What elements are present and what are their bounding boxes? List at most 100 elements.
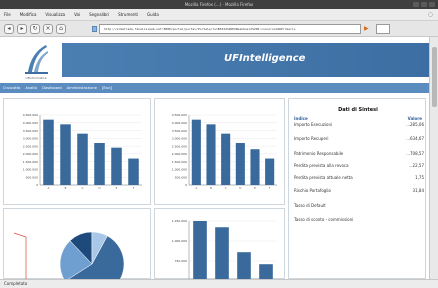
- go-icon[interactable]: ▶: [364, 25, 372, 33]
- summary-row: Importo Recuperi ...634,67: [294, 136, 424, 141]
- forward-button[interactable]: ▸: [17, 24, 27, 34]
- y-tick-label: 500.000: [26, 175, 38, 179]
- y-tick-label: 1.500.000: [23, 160, 38, 164]
- bar[interactable]: [60, 124, 71, 185]
- summary-col-index: Indice: [294, 116, 308, 121]
- summary-row-label: Importo Esecuzioni: [294, 122, 333, 127]
- summary-row-label: Perdita prevista attuale netta: [294, 175, 353, 180]
- bar[interactable]: [265, 158, 275, 185]
- x-tick-label: F: [133, 186, 135, 190]
- summary-row: Rischio Portafoglio 31,84: [294, 188, 424, 193]
- y-tick-label: 2.500.000: [172, 144, 187, 148]
- x-tick-label: F: [269, 186, 271, 190]
- status-text: Completato: [4, 281, 28, 286]
- close-icon[interactable]: [429, 2, 435, 7]
- reload-button[interactable]: ↻: [30, 24, 40, 34]
- summary-row: Perdita prevista attuale netta 1,75: [294, 175, 424, 180]
- y-tick-label: 4.500.000: [172, 113, 187, 117]
- summary-row-value: 31,84: [412, 188, 424, 193]
- menu-file[interactable]: File: [4, 12, 11, 17]
- tab-analisi[interactable]: Analisi: [24, 86, 38, 90]
- y-tick-label: 0: [36, 183, 38, 187]
- y-tick-label: 4.500.000: [23, 113, 38, 117]
- bar-chart-3: 1.250.0001.000.000750.000500.000ABCD: [172, 219, 277, 279]
- y-tick-label: 3.500.000: [172, 129, 187, 133]
- y-tick-label: 4.000.000: [23, 121, 38, 125]
- throbber-icon: ◌: [427, 11, 433, 18]
- stop-button[interactable]: ×: [43, 24, 53, 34]
- menu-bookmarks[interactable]: Segnalibri: [89, 12, 109, 17]
- menu-tools[interactable]: Strumenti: [118, 12, 138, 17]
- y-tick-label: 4.000.000: [172, 121, 187, 125]
- bar[interactable]: [191, 119, 201, 185]
- y-tick-label: 2.000.000: [172, 152, 187, 156]
- chart-panel-1: 4.500.000 4.000.000 3.500.000 3.000.000 2.50…: [3, 98, 151, 205]
- bar[interactable]: [193, 221, 207, 279]
- bar[interactable]: [111, 147, 122, 185]
- summary-row-value: ...285,06: [406, 122, 424, 127]
- tab-dashboard[interactable]: Dashboard: [41, 86, 63, 90]
- x-tick-label: D: [239, 186, 241, 190]
- vertical-scrollbar[interactable]: [429, 37, 438, 279]
- summary-row-value: ...708,57: [406, 151, 424, 156]
- y-tick-label: 1.250.000: [172, 219, 187, 223]
- home-button[interactable]: ⌂: [56, 24, 66, 34]
- bar[interactable]: [94, 143, 105, 185]
- x-tick-label: B: [210, 186, 212, 190]
- window-title-bar: Mozilla Firefox (...) · Mozilla Firefox: [0, 0, 438, 9]
- pie-chart: [13, 231, 125, 279]
- address-bar[interactable]: http://ermatrade.fanalisiweb.net:8080/po…: [99, 24, 361, 34]
- summary-row-label: Patrimonio Responsabile: [294, 151, 344, 156]
- y-tick-label: 2.500.000: [23, 144, 38, 148]
- y-tick-label: 3.000.000: [172, 137, 187, 141]
- summary-title: Dati di Sintesi: [338, 107, 378, 113]
- summary-row: Tasso di sconto - commissioni: [294, 217, 424, 222]
- y-tick-label: 3.500.000: [23, 129, 38, 133]
- summary-row-value: ...634,67: [406, 136, 424, 141]
- search-box[interactable]: [376, 24, 390, 34]
- y-tick-label: 750.000: [175, 259, 187, 263]
- chart-panel-2: 4.500.000 4.000.000 3.500.000 3.000.000 2.50…: [154, 98, 285, 205]
- y-tick-label: 500.000: [175, 175, 187, 179]
- bar[interactable]: [128, 158, 139, 185]
- y-tick-label: 1.500.000: [172, 160, 187, 164]
- bar[interactable]: [235, 143, 245, 185]
- tab-cruscotto[interactable]: Cruscotto: [2, 86, 21, 90]
- menu-edit[interactable]: Modifica: [20, 12, 37, 17]
- bar[interactable]: [250, 149, 260, 185]
- back-button[interactable]: ◂: [4, 24, 14, 34]
- tab-esci[interactable]: [Esci]: [101, 86, 113, 90]
- bar[interactable]: [43, 119, 54, 185]
- bar[interactable]: [259, 264, 273, 279]
- minimize-icon[interactable]: [413, 2, 419, 7]
- company-logo-icon: [25, 45, 48, 74]
- summary-row-value: 1,75: [415, 175, 424, 180]
- x-tick-label: A: [195, 186, 197, 190]
- menu-go[interactable]: Vai: [74, 12, 80, 17]
- status-bar: Completato: [0, 279, 438, 288]
- bar[interactable]: [221, 133, 231, 185]
- chart-panel-3: [3, 208, 151, 279]
- navigation-toolbar: ◂ ▸ ↻ × ⌂ http://ermatrade.fanalisiweb.n…: [0, 21, 438, 37]
- site-favicon-icon: [92, 26, 97, 32]
- menu-view[interactable]: Visualizza: [45, 12, 65, 17]
- menu-help[interactable]: Guida: [147, 12, 159, 17]
- bar[interactable]: [77, 133, 88, 185]
- y-tick-label: 1.000.000: [172, 168, 187, 172]
- leader-line: [13, 232, 27, 279]
- x-tick-label: E: [254, 186, 256, 190]
- y-tick-label: 1.000.000: [172, 239, 187, 243]
- bar[interactable]: [206, 124, 216, 185]
- tab-amministrazione[interactable]: Amministrazione: [66, 86, 98, 90]
- y-tick-label: 2.000.000: [23, 152, 38, 156]
- bar-chart-1: 4.500.000 4.000.000 3.500.000 3.000.000 2.50…: [23, 113, 142, 190]
- logo-caption: UFlnformatica: [25, 76, 47, 80]
- bar[interactable]: [237, 252, 251, 279]
- x-tick-label: C: [82, 186, 84, 190]
- maximize-icon[interactable]: [421, 2, 427, 7]
- bar[interactable]: [215, 227, 229, 279]
- scrollbar-thumb[interactable]: [432, 47, 437, 107]
- summary-panel: Dati di Sintesi Indice Valore Importo Es…: [288, 98, 426, 279]
- summary-row-label: Tasso di sconto - commissioni: [294, 217, 354, 222]
- x-tick-label: B: [65, 186, 67, 190]
